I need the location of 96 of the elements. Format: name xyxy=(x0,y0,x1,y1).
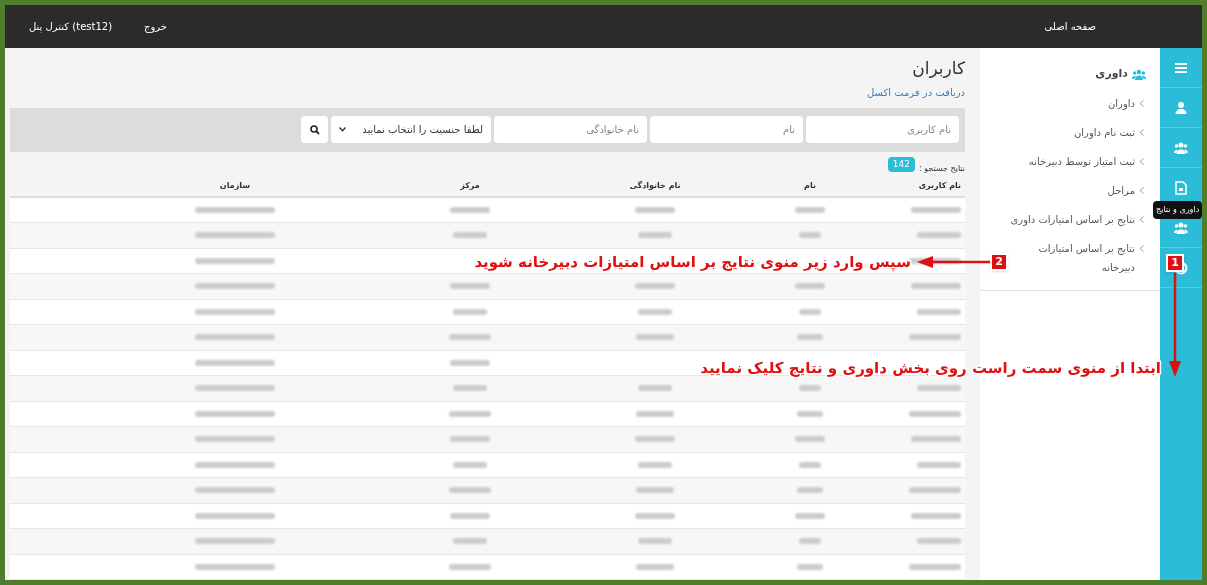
blurred-text xyxy=(911,436,961,443)
blurred-text xyxy=(638,232,672,239)
blurred-text xyxy=(635,512,675,519)
blurred-text xyxy=(909,410,961,417)
users-icon xyxy=(1132,68,1146,80)
blurred-text xyxy=(450,283,490,290)
sidebar-item[interactable]: ثبت امتیاز توسط دبیرخانه xyxy=(1028,146,1144,176)
blurred-text xyxy=(795,283,825,290)
tooltip: داوری و نتایج xyxy=(1153,201,1202,219)
control-panel-link[interactable]: (test12) کنترل پنل xyxy=(29,19,113,34)
blurred-text xyxy=(636,487,674,494)
gender-select[interactable]: لطفا جنسیت را انتخاب نمایید xyxy=(331,116,491,144)
sidebar-item[interactable]: مراحل xyxy=(1107,175,1144,205)
blurred-text xyxy=(450,436,490,443)
blurred-text xyxy=(911,206,961,213)
blurred-text xyxy=(909,334,961,341)
blurred-text xyxy=(909,563,961,570)
results-count-badge: 142 xyxy=(887,156,915,173)
blurred-text xyxy=(797,487,823,494)
annotation-text: ابتدا از منوی سمت راست روی بخش داوری و نتایج کلیک نمایید xyxy=(700,358,1162,379)
blurred-text xyxy=(450,359,490,366)
blurred-text xyxy=(911,283,961,290)
search-button[interactable] xyxy=(301,116,328,144)
blurred-text xyxy=(638,308,672,315)
first-name-field[interactable]: نام xyxy=(650,116,803,144)
user-icon xyxy=(1174,100,1188,115)
blurred-text xyxy=(795,512,825,519)
logout-link[interactable]: خروج xyxy=(144,19,168,34)
blurred-text xyxy=(799,538,821,545)
blurred-text xyxy=(799,232,821,239)
document-icon xyxy=(1174,180,1188,195)
column-header: سازمان xyxy=(218,179,252,192)
blurred-text xyxy=(917,308,961,315)
page-title: کاربران xyxy=(912,58,965,80)
blurred-text xyxy=(799,308,821,315)
chevron-icon xyxy=(1139,215,1144,223)
chevron-icon xyxy=(1139,157,1144,165)
blurred-text xyxy=(638,461,672,468)
blurred-text xyxy=(449,563,491,570)
chevron-icon xyxy=(1139,99,1144,107)
blurred-text xyxy=(911,512,961,519)
blurred-text xyxy=(636,410,674,417)
blurred-text xyxy=(453,461,487,468)
blurred-text xyxy=(449,487,491,494)
users-icon xyxy=(1174,140,1188,155)
sidebar-item[interactable]: نتایج بر اساس امتیازات دبیرخانه xyxy=(1007,233,1144,282)
blurred-text xyxy=(638,385,672,392)
blurred-text xyxy=(917,232,961,239)
blurred-text xyxy=(450,206,490,213)
blurred-text xyxy=(909,487,961,494)
home-link[interactable]: صفحه اصلی xyxy=(1044,19,1096,34)
sidebar-item[interactable]: نتایج بر اساس امتیازات داوری xyxy=(1010,204,1144,234)
column-header: نام خانوادگی xyxy=(628,179,682,192)
blurred-text xyxy=(799,461,821,468)
step-badge: 1 xyxy=(1166,254,1184,272)
annotation-text: سپس وارد زیر منوی نتایج بر اساس امتیازات دبیرخانه شوید xyxy=(473,252,912,273)
blurred-text xyxy=(797,334,823,341)
excel-download-link[interactable]: دریافت در فرمت اکسل xyxy=(866,85,965,101)
blurred-text xyxy=(797,410,823,417)
chevron-icon xyxy=(1139,128,1144,136)
blurred-text xyxy=(453,385,487,392)
blurred-text xyxy=(450,512,490,519)
blurred-text xyxy=(795,206,825,213)
menu-icon xyxy=(1174,60,1188,75)
blurred-text xyxy=(635,436,675,443)
sidebar-item[interactable]: داوران xyxy=(1108,88,1144,118)
blurred-text xyxy=(636,563,674,570)
blurred-text xyxy=(453,308,487,315)
chevron-icon xyxy=(1139,244,1144,252)
blurred-text xyxy=(638,538,672,545)
blurred-text xyxy=(449,410,491,417)
search-icon xyxy=(309,124,320,135)
chevron-icon xyxy=(1139,186,1144,194)
last-name-field[interactable]: نام خانوادگی xyxy=(494,116,647,144)
blurred-text xyxy=(795,436,825,443)
blurred-text xyxy=(917,461,961,468)
blurred-text xyxy=(917,538,961,545)
results-label: نتایج جستجو : xyxy=(918,162,965,175)
blurred-text xyxy=(917,385,961,392)
blurred-text xyxy=(797,563,823,570)
blurred-text xyxy=(449,334,491,341)
blurred-text xyxy=(799,385,821,392)
sidebar-heading: داوری xyxy=(1095,66,1128,82)
blurred-text xyxy=(635,206,675,213)
blurred-text xyxy=(453,538,487,545)
column-header: مرکز xyxy=(459,179,481,192)
column-header: نام کاربری xyxy=(917,179,962,192)
blurred-text xyxy=(635,283,675,290)
blurred-text xyxy=(636,334,674,341)
users-icon xyxy=(1174,220,1188,235)
username-field[interactable]: نام کاربری xyxy=(806,116,959,144)
chevron-down-icon xyxy=(339,127,346,133)
blurred-text xyxy=(453,232,487,239)
step-badge: 2 xyxy=(990,253,1008,271)
sidebar-item[interactable]: ثبت نام داوران xyxy=(1074,117,1144,147)
column-header: نام xyxy=(803,179,817,192)
